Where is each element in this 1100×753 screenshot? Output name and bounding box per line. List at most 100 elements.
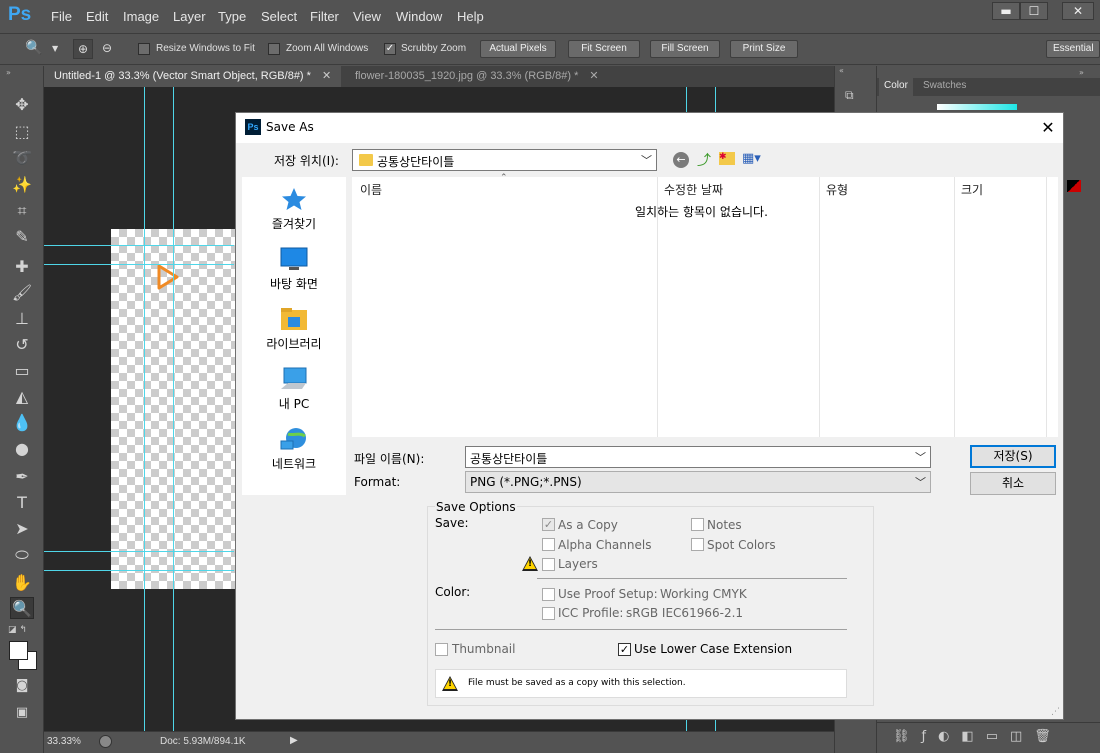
layers-panel-footer[interactable]: ⛓ƒ◐◧▭◫🗑 <box>877 722 1100 752</box>
up-folder-icon[interactable]: ⤴ <box>697 150 711 170</box>
healing-brush-tool-icon[interactable]: ✚ <box>10 256 34 278</box>
move-tool-icon[interactable]: ✥ <box>10 94 34 116</box>
blur-tool-icon[interactable]: 💧 <box>10 412 34 434</box>
place-favorites[interactable]: 즐겨찾기 <box>242 187 346 232</box>
place-this-pc[interactable]: 내 PC <box>242 367 346 412</box>
status-menu-arrow-icon[interactable]: ▶ <box>290 735 298 746</box>
tab-close-icon[interactable]: ✕ <box>589 70 598 82</box>
resize-grip-icon[interactable]: ⋰ <box>1051 707 1060 717</box>
thumbnail-checkbox[interactable] <box>435 643 448 656</box>
menu-file[interactable]: File <box>51 9 72 24</box>
zoom-out-icon[interactable]: ⊖ <box>97 39 117 59</box>
layers-checkbox[interactable] <box>542 558 555 571</box>
column-type[interactable]: 유형 <box>826 181 848 198</box>
crop-tool-icon[interactable]: ⌗ <box>10 200 34 222</box>
spot-colors-checkbox[interactable] <box>691 538 704 551</box>
stamp-tool-icon[interactable]: ⊥ <box>10 308 34 330</box>
fit-screen-button[interactable]: Fit Screen <box>568 40 640 58</box>
new-folder-icon[interactable]: ✱ <box>719 152 735 165</box>
menu-filter[interactable]: Filter <box>310 9 339 24</box>
save-in-dropdown[interactable]: 공통상단타이틀 ﹀ <box>352 149 657 171</box>
zoom-level[interactable]: 33.33% <box>47 736 81 747</box>
foreground-color-swatch[interactable] <box>9 641 28 660</box>
hand-tool-icon[interactable]: ✋ <box>10 572 34 594</box>
minimize-icon[interactable]: ▬ <box>992 2 1020 20</box>
zoom-all-checkbox[interactable] <box>268 43 280 55</box>
icc-profile-checkbox[interactable] <box>542 607 555 620</box>
eraser-tool-icon[interactable]: ▭ <box>10 360 34 382</box>
close-dialog-icon[interactable]: ✕ <box>1036 116 1060 140</box>
column-size[interactable]: 크기 <box>961 181 983 198</box>
format-dropdown[interactable]: PNG (*.PNG;*.PNS) ﹀ <box>465 471 931 493</box>
zoom-tool-icon[interactable]: 🔍 <box>25 40 47 58</box>
type-tool-icon[interactable]: T <box>10 492 34 514</box>
resize-windows-checkbox[interactable] <box>138 43 150 55</box>
pen-tool-icon[interactable]: ✒ <box>10 466 34 488</box>
path-selection-tool-icon[interactable]: ➤ <box>10 518 34 540</box>
tab-close-icon[interactable]: ✕ <box>322 70 331 82</box>
resize-windows-label: Resize Windows to Fit <box>156 43 255 54</box>
alpha-channels-checkbox[interactable] <box>542 538 555 551</box>
workspace-switcher[interactable]: Essential <box>1046 40 1100 58</box>
print-size-button[interactable]: Print Size <box>730 40 798 58</box>
quick-mask-icon[interactable]: ◙ <box>10 675 34 697</box>
use-proof-setup-checkbox[interactable] <box>542 588 555 601</box>
tab-swatches[interactable]: Swatches <box>923 80 966 91</box>
menu-type[interactable]: Type <box>218 9 246 24</box>
dodge-tool-icon[interactable]: ● <box>10 438 34 460</box>
close-window-icon[interactable]: ✕ <box>1062 2 1094 20</box>
lasso-tool-icon[interactable]: ➰ <box>10 147 34 169</box>
screen-mode-icon[interactable]: ▣ <box>10 702 34 724</box>
menu-select[interactable]: Select <box>261 9 297 24</box>
chevron-down-icon[interactable]: ﹀ <box>915 449 926 465</box>
actual-pixels-button[interactable]: Actual Pixels <box>480 40 556 58</box>
place-network[interactable]: 네트워크 <box>242 427 346 472</box>
panel-collapse-icon[interactable]: « <box>839 66 844 75</box>
history-panel-icon[interactable]: ⧉ <box>845 88 867 112</box>
column-divider <box>819 177 820 437</box>
cancel-button[interactable]: 취소 <box>970 472 1056 495</box>
maximize-icon[interactable]: ☐ <box>1020 2 1048 20</box>
zoom-tool-icon[interactable]: 🔍 <box>10 597 34 619</box>
toolbox-collapse-icon[interactable]: » <box>6 68 11 77</box>
magic-wand-tool-icon[interactable]: ✨ <box>10 174 34 196</box>
place-desktop[interactable]: 바탕 화면 <box>242 247 346 292</box>
brush-tool-icon[interactable]: 🖌 <box>10 282 34 304</box>
menu-edit[interactable]: Edit <box>86 9 108 24</box>
marquee-tool-icon[interactable]: ⬚ <box>10 121 34 143</box>
notes-checkbox[interactable] <box>691 518 704 531</box>
tab-color[interactable]: Color <box>879 78 913 96</box>
dialog-titlebar[interactable]: Ps Save As ✕ <box>236 113 1063 143</box>
menu-layer[interactable]: Layer <box>173 9 206 24</box>
tab-flower[interactable]: flower-180035_1920.jpg @ 33.3% (RGB/8#) … <box>345 66 609 87</box>
color-ramp[interactable] <box>1067 180 1081 192</box>
menu-help[interactable]: Help <box>457 9 484 24</box>
filename-input[interactable]: 공통상단타이틀 ﹀ <box>465 446 931 468</box>
lower-case-extension-checkbox[interactable]: ✓ <box>618 643 631 656</box>
info-icon[interactable] <box>99 735 112 748</box>
menu-view[interactable]: View <box>353 9 381 24</box>
place-libraries[interactable]: 라이브러리 <box>242 307 346 352</box>
paint-bucket-tool-icon[interactable]: ◭ <box>10 386 34 408</box>
back-icon[interactable]: ← <box>673 152 689 168</box>
as-copy-checkbox[interactable]: ✓ <box>542 518 555 531</box>
history-brush-tool-icon[interactable]: ↺ <box>10 334 34 356</box>
file-list[interactable]: ⌃ 이름 수정한 날짜 유형 크기 일치하는 항목이 없습니다. <box>352 173 1058 437</box>
color-slider[interactable] <box>937 104 1017 110</box>
ellipse-tool-icon[interactable]: ⬭ <box>10 544 34 566</box>
column-date-modified[interactable]: 수정한 날짜 <box>664 181 723 198</box>
save-button[interactable]: 저장(S) <box>970 445 1056 468</box>
column-name[interactable]: 이름 <box>360 181 382 198</box>
eyedropper-tool-icon[interactable]: ✎ <box>10 226 34 248</box>
panel-expand-icon[interactable]: » <box>1079 68 1084 77</box>
scrubby-zoom-checkbox[interactable]: ✓ <box>384 43 396 55</box>
default-colors-icon[interactable]: ◪ ↰ <box>8 625 27 635</box>
view-menu-icon[interactable]: ▦▾ <box>742 151 761 166</box>
menu-window[interactable]: Window <box>396 9 442 24</box>
menu-image[interactable]: Image <box>123 9 159 24</box>
zoom-in-icon[interactable]: ⊕ <box>73 39 93 59</box>
fill-screen-button[interactable]: Fill Screen <box>650 40 720 58</box>
tool-preset-dropdown-icon[interactable]: ▼ <box>52 44 58 53</box>
tab-untitled-1[interactable]: Untitled-1 @ 33.3% (Vector Smart Object,… <box>44 66 342 87</box>
sort-ascending-icon: ⌃ <box>500 173 508 183</box>
